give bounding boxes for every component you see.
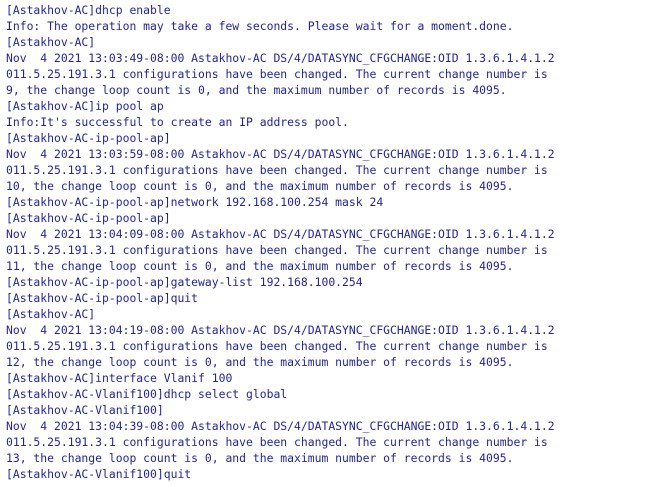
terminal-line: [Astakhov-AC]ip pool ap [6,99,164,113]
terminal-window[interactable]: [Astakhov-AC]dhcp enable Info: The operat… [0,0,652,484]
terminal-line: [Astakhov-AC-ip-pool-ap]quit [6,291,199,305]
terminal-line: 13, the change loop count is 0, and the … [6,451,514,465]
terminal-line: Nov 4 2021 13:04:39-08:00 Astakhov-AC DS… [6,419,555,433]
terminal-line: [Astakhov-AC-Vlanif100]dhcp select globa… [6,387,288,401]
terminal-line: [Astakhov-AC-Vlanif100]quit [6,467,192,481]
terminal-line: 011.5.25.191.3.1 configurations have bee… [6,163,548,177]
terminal-line: 011.5.25.191.3.1 configurations have bee… [6,435,548,449]
terminal-line: [Astakhov-AC-ip-pool-ap]gateway-list 192… [6,275,363,289]
terminal-line: Nov 4 2021 13:04:09-08:00 Astakhov-AC DS… [6,227,555,241]
terminal-line: 12, the change loop count is 0, and the … [6,355,514,369]
terminal-line: Nov 4 2021 13:03:59-08:00 Astakhov-AC DS… [6,147,555,161]
terminal-line: Info:It's successful to create an IP add… [6,115,349,129]
terminal-line: 11, the change loop count is 0, and the … [6,259,514,273]
terminal-line: [Astakhov-AC-ip-pool-ap]network 192.168.… [6,195,384,209]
terminal-line: Nov 4 2021 13:03:49-08:00 Astakhov-AC DS… [6,51,555,65]
terminal-line: Nov 4 2021 13:04:19-08:00 Astakhov-AC DS… [6,323,555,337]
terminal-line: [Astakhov-AC-ip-pool-ap] [6,131,171,145]
terminal-line: 011.5.25.191.3.1 configurations have bee… [6,67,548,81]
terminal-line: 9, the change loop count is 0, and the m… [6,83,507,97]
terminal-line: [Astakhov-AC] [6,307,96,321]
terminal-line: 011.5.25.191.3.1 configurations have bee… [6,243,548,257]
terminal-line: [Astakhov-AC]interface Vlanif 100 [6,371,233,385]
terminal-line: [Astakhov-AC]dhcp enable [6,3,171,17]
terminal-output: [Astakhov-AC]dhcp enable Info: The operat… [6,2,652,482]
terminal-line: [Astakhov-AC-ip-pool-ap] [6,211,171,225]
terminal-line: 10, the change loop count is 0, and the … [6,179,514,193]
terminal-line: [Astakhov-AC-Vlanif100] [6,403,164,417]
terminal-line: Info: The operation may take a few secon… [6,19,514,33]
terminal-line: 011.5.25.191.3.1 configurations have bee… [6,339,548,353]
terminal-line: [Astakhov-AC] [6,35,96,49]
